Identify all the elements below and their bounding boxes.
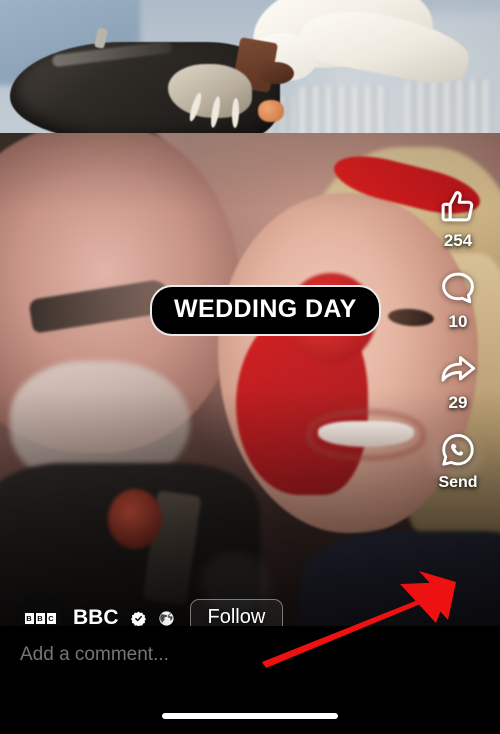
guest-shoulder (300, 531, 500, 626)
video-player[interactable]: WEDDING DAY 254 10 29 Send B B C BBC Fol… (0, 133, 500, 626)
account-row[interactable]: B B C BBC Follow (18, 596, 284, 626)
comment-input[interactable] (20, 644, 320, 666)
avatar-letter: B (35, 612, 45, 624)
share-count: 29 (448, 393, 468, 412)
follow-button[interactable]: Follow (189, 598, 284, 626)
like-count: 254 (443, 231, 473, 250)
avatar-letter: B (24, 612, 34, 624)
top-video-chair (300, 86, 392, 133)
app-screen: WEDDING DAY 254 10 29 Send B B C BBC Fol… (0, 0, 500, 734)
thumbs-up-icon (441, 191, 474, 222)
previous-post-video[interactable] (0, 0, 500, 133)
username[interactable]: BBC (73, 606, 119, 626)
guest-teeth (318, 421, 414, 447)
groom-boutonniere (108, 489, 162, 549)
like-button[interactable]: 254 (439, 188, 477, 251)
send-whatsapp-button[interactable]: Send (438, 431, 478, 492)
home-indicator (162, 713, 338, 719)
globe-icon (158, 610, 174, 626)
top-video-chair (405, 80, 493, 133)
comment-button[interactable]: 10 (439, 269, 477, 332)
wedding-day-sticker: WEDDING DAY (150, 285, 381, 336)
action-rail: 254 10 29 Send (424, 188, 492, 510)
owl-beak (260, 62, 294, 84)
avatar-letter: C (46, 612, 56, 624)
verified-badge-icon (130, 611, 146, 626)
avatar[interactable]: B B C (18, 596, 62, 626)
comment-bubble-icon (442, 272, 474, 304)
share-arrow-icon (441, 356, 476, 382)
comment-count: 10 (448, 312, 468, 331)
boutonniere (258, 100, 284, 122)
share-button[interactable]: 29 (438, 350, 478, 413)
send-label: Send (438, 474, 478, 491)
whatsapp-icon (442, 434, 474, 466)
